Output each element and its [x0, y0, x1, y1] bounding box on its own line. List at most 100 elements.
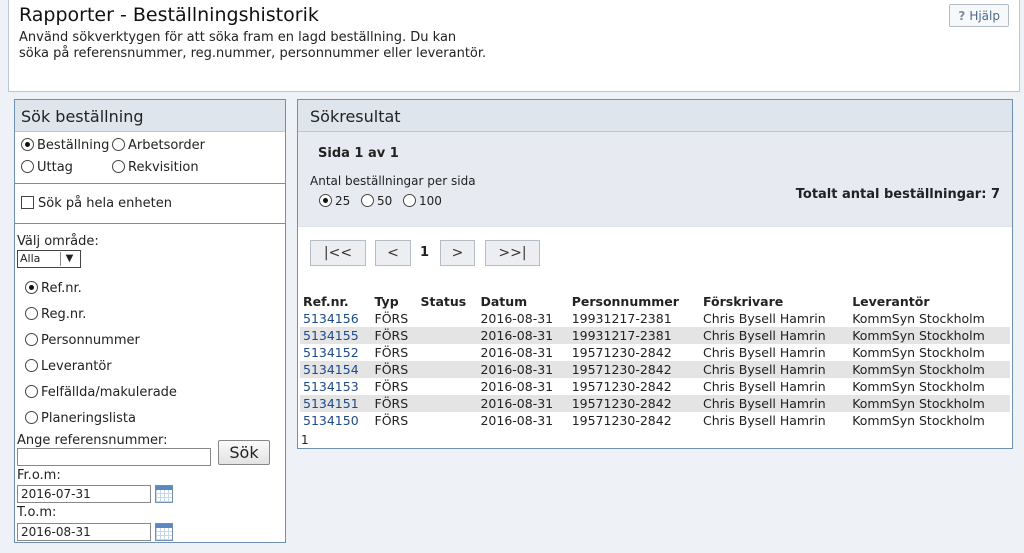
table-cell: Chris Bysell Hamrin — [703, 311, 826, 326]
area-select[interactable]: Alla ▼ — [17, 250, 81, 268]
table-cell: KommSyn Stockholm — [852, 311, 985, 326]
column-header: Status — [420, 294, 467, 309]
table-cell: 19931217-2381 — [571, 311, 672, 326]
table-cell — [418, 310, 478, 327]
results-panel: Sökresultat Sida 1 av 1 Antal beställnin… — [297, 99, 1013, 449]
per-page-label: Antal beställningar per sida — [310, 174, 476, 188]
to-date-input[interactable]: 2016-08-31 — [17, 523, 151, 541]
ref-number-link[interactable]: 5134150 — [300, 412, 372, 429]
table-cell: FÖRS — [374, 379, 409, 394]
ref-number-link[interactable]: 5134151 — [300, 395, 372, 412]
page-description: Använd sökverktygen för att söka fram en… — [19, 30, 539, 62]
column-header: Leverantör — [852, 294, 930, 309]
question-icon: ? — [958, 8, 966, 23]
radio-icon — [21, 160, 34, 173]
page-info: Sida 1 av 1 — [318, 146, 399, 161]
radio-icon — [112, 138, 125, 151]
whole-unit-row: Sök på hela enheten — [15, 184, 285, 224]
type-option-bestallning[interactable]: Beställning — [21, 138, 109, 153]
ref-number-label: Ange referensnummer: — [17, 433, 168, 448]
table-cell: KommSyn Stockholm — [852, 413, 985, 428]
results-body: 5134156 FÖRS 2016-08-31 19931217-2381 Chris … — [300, 310, 1010, 429]
table-cell: 2016-08-31 — [477, 395, 569, 412]
type-option-rekvisition[interactable]: Rekvisition — [112, 160, 199, 175]
order-type-group: Beställning Arbetsorder Uttag Rekvisitio… — [15, 132, 285, 184]
table-cell: 2016-08-31 — [477, 361, 569, 378]
results-info: Sida 1 av 1 Antal beställningar per sida… — [298, 132, 1012, 227]
area-label: Välj område: — [17, 234, 99, 249]
pager-prev-button[interactable]: < — [375, 240, 411, 266]
ref-number-link[interactable]: 5134152 — [300, 344, 372, 361]
calendar-icon[interactable] — [155, 523, 173, 541]
per-page-100[interactable]: 100 — [403, 194, 442, 208]
table-cell: FÖRS — [371, 361, 418, 378]
table-cell: 19571230-2842 — [571, 345, 672, 360]
table-cell: FÖRS — [374, 345, 409, 360]
calendar-icon[interactable] — [155, 485, 173, 503]
ref-number-link[interactable]: 5134154 — [300, 361, 372, 378]
table-cell — [418, 412, 478, 429]
radio-icon — [25, 281, 38, 294]
chevron-down-icon: ▼ — [60, 252, 78, 266]
column-header: Typ — [374, 294, 399, 309]
per-page-50[interactable]: 50 — [361, 194, 392, 208]
column-header: Datum — [480, 294, 528, 309]
help-label: Hjälp — [969, 8, 1000, 23]
pages-footer[interactable]: 1 — [301, 433, 309, 447]
to-date-label: T.o.m: — [17, 505, 57, 520]
search-button[interactable]: Sök — [218, 440, 270, 465]
table-cell — [417, 361, 478, 378]
table-cell: FÖRS — [374, 311, 409, 326]
from-date-input[interactable]: 2016-07-31 — [17, 485, 151, 503]
table-cell: 19571230-2842 — [571, 413, 672, 428]
table-row: 5134151 FÖRS 2016-08-31 19571230-2842 Chris … — [300, 395, 1010, 412]
table-cell: Chris Bysell Hamrin — [700, 327, 850, 344]
search-by-regnr[interactable]: Reg.nr. — [25, 307, 86, 322]
radio-icon — [25, 307, 38, 320]
search-panel: Sök beställning Beställning Arbetsorder … — [14, 99, 286, 543]
table-cell: 19571230-2842 — [571, 379, 672, 394]
table-cell: FÖRS — [371, 395, 418, 412]
table-row: 5134154 FÖRS 2016-08-31 19571230-2842 Chris … — [300, 361, 1010, 378]
pager-last-button[interactable]: >>| — [485, 240, 540, 266]
search-by-personnummer[interactable]: Personnummer — [25, 333, 140, 348]
table-cell: 2016-08-31 — [480, 311, 554, 326]
search-by-refnr[interactable]: Ref.nr. — [25, 281, 82, 296]
type-option-uttag[interactable]: Uttag — [21, 160, 73, 175]
whole-unit-checkbox[interactable]: Sök på hela enheten — [21, 196, 172, 211]
table-row: 5134156 FÖRS 2016-08-31 19931217-2381 Chris … — [300, 310, 1010, 327]
results-panel-title: Sökresultat — [298, 100, 1012, 132]
page-title: Rapporter - Beställningshistorik — [19, 4, 319, 26]
table-cell: 19571230-2842 — [568, 395, 701, 412]
help-button[interactable]: ? Hjälp — [949, 4, 1009, 27]
ref-number-link[interactable]: 5134153 — [300, 378, 372, 395]
table-cell — [417, 395, 478, 412]
table-cell: 2016-08-31 — [480, 379, 554, 394]
table-cell: 19571230-2842 — [568, 361, 701, 378]
search-by-felfallda[interactable]: Felfällda/makulerade — [25, 385, 177, 400]
description-line-1: Använd sökverktygen för att söka fram en… — [19, 30, 457, 45]
column-header: Förskrivare — [703, 294, 784, 309]
whole-unit-label: Sök på hela enheten — [38, 196, 172, 211]
column-header: Personnummer — [571, 294, 679, 309]
search-by-leverantor[interactable]: Leverantör — [25, 359, 112, 374]
table-header-row: Ref.nr. Typ Status Datum Personnummer Fö… — [300, 293, 1010, 310]
table-cell: 2016-08-31 — [480, 413, 554, 428]
radio-icon — [25, 411, 38, 424]
table-cell — [417, 327, 478, 344]
table-row: 5134152 FÖRS 2016-08-31 19571230-2842 Chris … — [300, 344, 1010, 361]
pager-next-button[interactable]: > — [440, 240, 475, 266]
ref-number-link[interactable]: 5134155 — [300, 327, 372, 344]
table-cell: KommSyn Stockholm — [849, 395, 1010, 412]
table-cell: KommSyn Stockholm — [852, 345, 985, 360]
ref-number-input[interactable] — [17, 448, 211, 466]
results-table: Ref.nr. Typ Status Datum Personnummer Fö… — [300, 293, 1010, 429]
pager-first-button[interactable]: |<< — [310, 240, 366, 266]
ref-number-link[interactable]: 5134156 — [300, 310, 372, 327]
per-page-25[interactable]: 25 — [319, 194, 350, 208]
search-by-planeringslista[interactable]: Planeringslista — [25, 411, 136, 426]
table-row: 5134150 FÖRS 2016-08-31 19571230-2842 Chris … — [300, 412, 1010, 429]
table-cell: Chris Bysell Hamrin — [703, 345, 826, 360]
type-option-arbetsorder[interactable]: Arbetsorder — [112, 138, 205, 153]
table-cell: Chris Bysell Hamrin — [703, 413, 826, 428]
